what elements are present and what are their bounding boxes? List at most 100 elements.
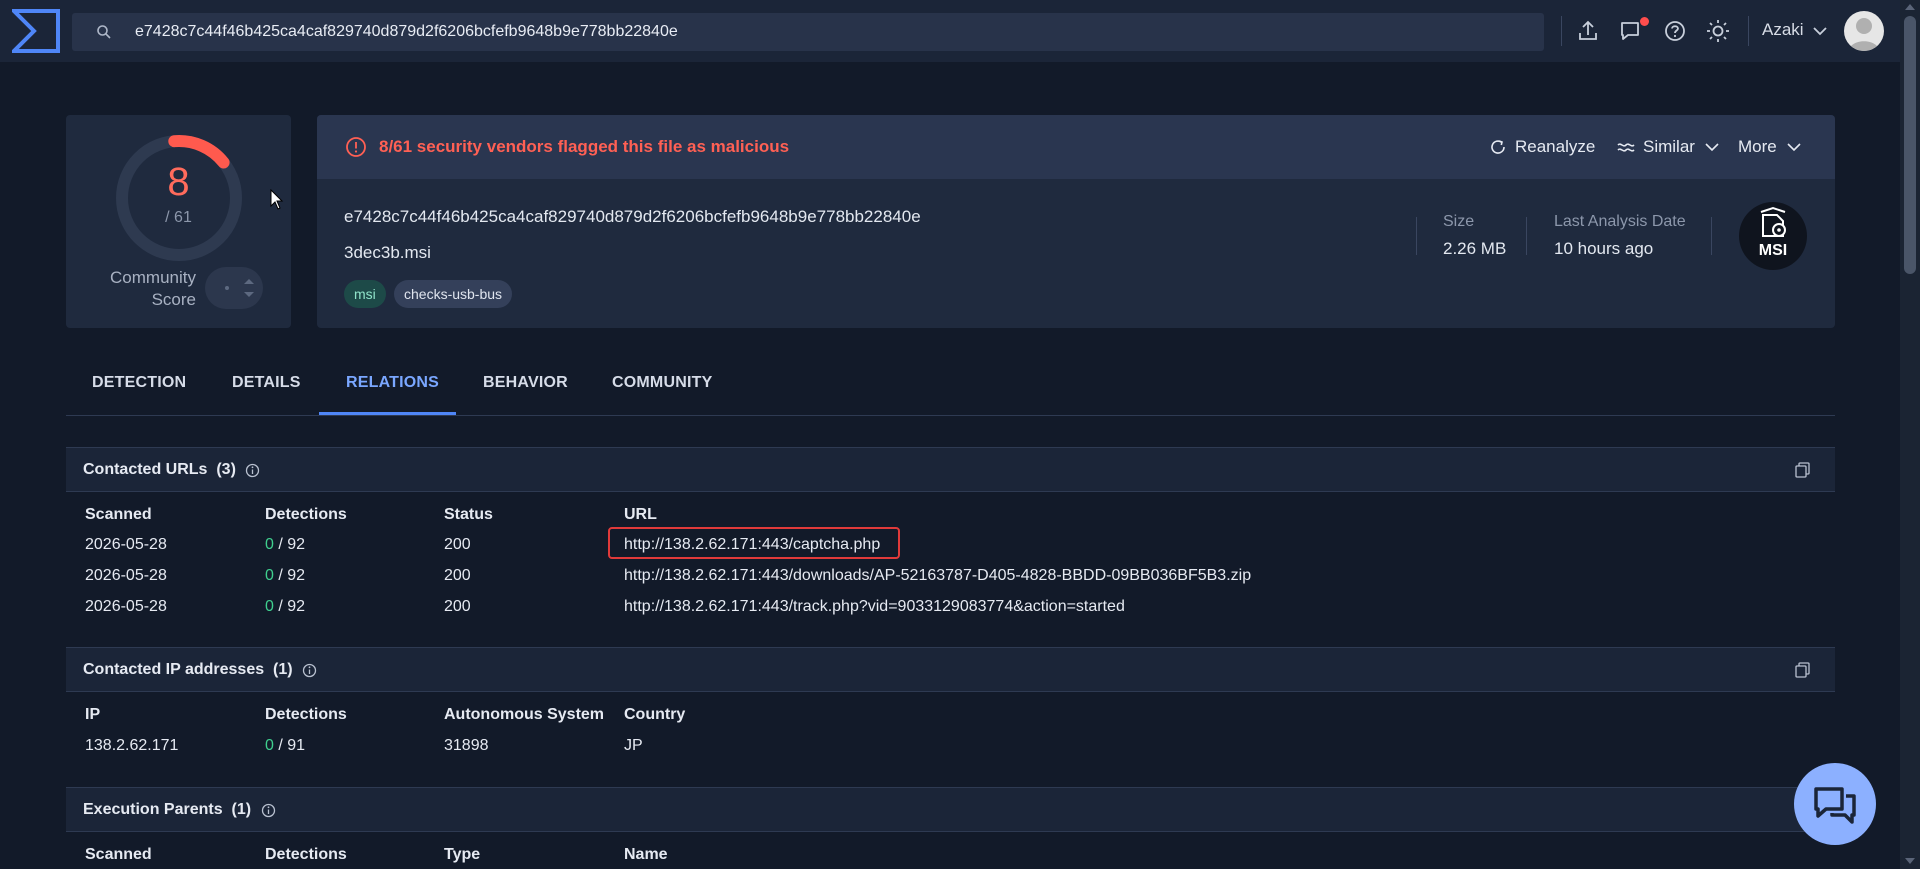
detections-value: 0 / 92 (265, 536, 306, 553)
virustotal-logo-icon[interactable] (12, 9, 60, 53)
reanalyze-button[interactable]: Reanalyze (1489, 135, 1595, 159)
file-type-badge: MSI (1739, 202, 1807, 270)
user-menu-name[interactable]: Azaki (1762, 20, 1804, 40)
scanned-date: 2026-05-28 (85, 536, 167, 553)
section-title: Contacted URLs (3) (83, 461, 236, 478)
tab-community[interactable]: COMMUNITY (612, 374, 712, 392)
chat-bubbles-icon (1814, 787, 1856, 824)
column-header-status: Status (444, 506, 493, 523)
vote-arrows-icon[interactable] (242, 275, 256, 301)
column-header-autonomous-system: Autonomous System (444, 706, 605, 723)
status-code: 200 (444, 536, 471, 553)
notification-dot (1640, 17, 1649, 26)
user-avatar-icon (1849, 18, 1879, 51)
tag-msi[interactable]: msi (344, 280, 386, 308)
search-input[interactable] (132, 13, 1522, 51)
contacted-ips-header: Contacted IP addresses (1) (66, 648, 1835, 692)
file-hash: e7428c7c44f46b425ca4caf829740d879d2f6206… (344, 207, 921, 226)
active-tab-indicator (319, 412, 456, 415)
malicious-alert-bar: 8/61 security vendors flagged this file … (317, 115, 1835, 179)
toolbar-divider (1561, 16, 1562, 46)
column-header-type: Type (444, 846, 481, 863)
file-summary-card: 8/61 security vendors flagged this file … (317, 115, 1835, 328)
contacted-urls-section: Contacted URLs (3) Scanned Detections St… (66, 447, 1835, 647)
community-score-dot (225, 286, 229, 290)
contacted-ips-section: Contacted IP addresses (1) IP Detections… (66, 647, 1835, 787)
more-button[interactable]: More (1738, 135, 1803, 159)
url-link[interactable]: http://138.2.62.171:443/track.php?vid=90… (624, 598, 1125, 616)
detections-value: 0 / 91 (265, 737, 306, 754)
info-icon[interactable] (261, 803, 276, 818)
column-header-scanned: Scanned (85, 846, 152, 863)
column-header-name: Name (624, 846, 668, 863)
meta-divider (1416, 217, 1417, 255)
execution-parents-header: Execution Parents (1) (66, 788, 1835, 832)
status-code: 200 (444, 598, 471, 615)
svg-text:MSI: MSI (1759, 242, 1787, 259)
similar-waves-icon (1617, 143, 1635, 152)
msi-package-icon: MSI (1759, 206, 1787, 259)
meta-divider (1526, 217, 1527, 255)
last-analysis-date-value: 10 hours ago (1554, 239, 1654, 258)
scanned-date: 2026-05-28 (85, 567, 167, 584)
tab-detection[interactable]: DETECTION (92, 374, 186, 392)
avatar[interactable] (1844, 11, 1884, 51)
section-title: Execution Parents (1) (83, 801, 252, 818)
size-label: Size (1443, 213, 1475, 230)
column-header-detections: Detections (265, 846, 347, 863)
refresh-icon (1491, 140, 1505, 154)
similar-button[interactable]: Similar (1617, 135, 1721, 159)
info-icon[interactable] (245, 463, 260, 478)
last-analysis-date-label: Last Analysis Date (1554, 213, 1686, 230)
copy-icon[interactable] (1795, 662, 1810, 678)
copy-icon[interactable] (1795, 462, 1810, 478)
top-bar: Azaki (0, 0, 1900, 62)
detections-value: 0 / 92 (265, 567, 306, 584)
size-value: 2.26 MB (1443, 239, 1507, 258)
column-header-scanned: Scanned (85, 506, 152, 523)
mouse-cursor-icon (270, 189, 284, 210)
scroll-up-arrow-icon[interactable] (1903, 2, 1917, 12)
report-tabs: DETECTION DETAILS RELATIONS BEHAVIOR COM… (66, 362, 1835, 416)
column-header-detections: Detections (265, 506, 347, 523)
tab-relations[interactable]: RELATIONS (346, 374, 439, 392)
section-title: Contacted IP addresses (1) (83, 661, 293, 678)
chevron-down-icon[interactable] (1812, 24, 1828, 38)
chevron-down-icon (1705, 143, 1719, 152)
support-chat-button[interactable] (1794, 763, 1876, 845)
detection-count: 8 (167, 160, 190, 204)
tab-details[interactable]: DETAILS (232, 374, 301, 392)
autonomous-system: 31898 (444, 737, 489, 754)
tab-behavior[interactable]: BEHAVIOR (483, 374, 568, 392)
column-header-country: Country (624, 706, 686, 723)
column-header-ip: IP (85, 706, 101, 723)
theme-toggle-sun-icon[interactable] (1705, 18, 1731, 44)
search-icon (97, 25, 111, 39)
help-icon[interactable] (1662, 18, 1688, 44)
search-bar[interactable] (72, 13, 1544, 51)
malicious-alert-text: 8/61 security vendors flagged this file … (379, 137, 790, 156)
url-link[interactable]: http://138.2.62.171:443/captcha.php (624, 536, 880, 554)
meta-divider (1711, 217, 1712, 255)
status-code: 200 (444, 567, 471, 584)
chevron-down-icon (1787, 143, 1801, 152)
ip-address[interactable]: 138.2.62.171 (85, 737, 178, 755)
upload-icon[interactable] (1575, 18, 1601, 44)
contacted-urls-header: Contacted URLs (3) (66, 448, 1835, 492)
file-name: 3dec3b.msi (344, 243, 431, 262)
scroll-down-arrow-icon[interactable] (1903, 856, 1917, 866)
detection-total: / 61 (165, 209, 192, 226)
alert-circle-icon (346, 137, 366, 157)
tag-checks-usb-bus[interactable]: checks-usb-bus (394, 280, 513, 308)
execution-parents-section: Execution Parents (1) Scanned Detections… (66, 787, 1835, 869)
info-icon[interactable] (302, 663, 317, 678)
url-link[interactable]: http://138.2.62.171:443/downloads/AP-521… (624, 567, 1251, 585)
community-score-label: Community Score (110, 268, 196, 309)
column-header-url: URL (624, 506, 657, 523)
toolbar-divider (1748, 16, 1749, 46)
detections-value: 0 / 92 (265, 598, 306, 615)
country: JP (624, 737, 643, 754)
column-header-detections: Detections (265, 706, 347, 723)
detection-score-card: 8 / 61 Community Score (66, 115, 291, 328)
scrollbar-thumb[interactable] (1904, 16, 1916, 274)
